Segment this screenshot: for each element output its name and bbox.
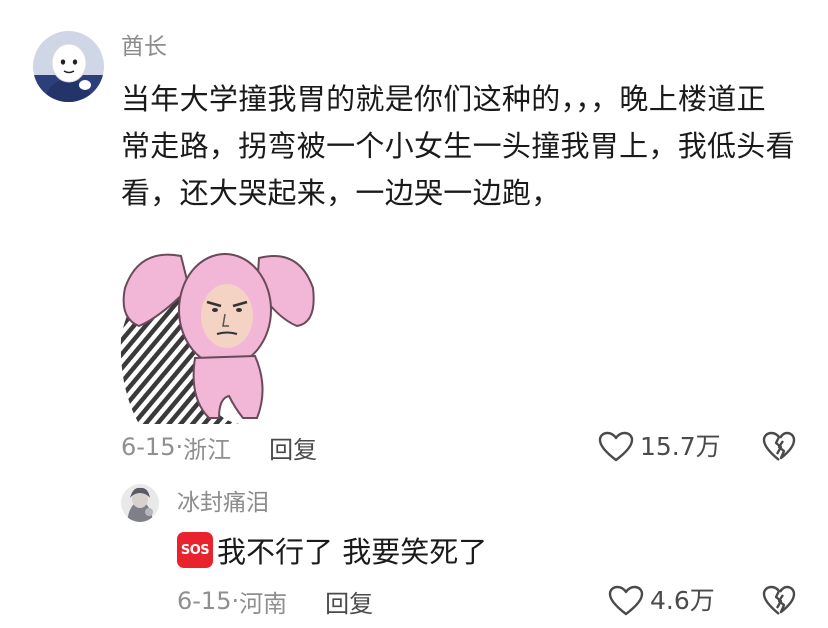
comment-text-line: 看，还大哭起来，一边哭一边跑， <box>121 176 561 210</box>
reply-button[interactable]: 回复 <box>325 584 373 619</box>
reply-location: 河南 <box>239 589 288 618</box>
reply-like-count: 4.6万 <box>650 586 715 615</box>
like-button[interactable]: 15.7万 <box>598 431 721 463</box>
meta-separator: · <box>231 587 240 615</box>
comment-date: 6-15 <box>121 433 176 461</box>
comment-text-line: 当年大学撞我胃的就是你们这种的，，，晚上楼道正 <box>121 82 766 116</box>
reply-text: SOS 我不行了 我要笑死了 <box>177 530 487 570</box>
broken-heart-icon[interactable] <box>762 585 796 617</box>
sos-emoji-icon: SOS <box>177 532 213 568</box>
reply-date: 6-15 <box>177 587 232 615</box>
reply-text-content: 我不行了 我要笑死了 <box>217 535 488 569</box>
broken-heart-icon[interactable] <box>762 431 796 463</box>
rabbit-meme-sticker <box>119 228 319 424</box>
meta-separator: · <box>175 433 184 461</box>
avatar-image <box>121 484 159 522</box>
reply-like-button[interactable]: 4.6万 <box>608 585 715 617</box>
comment-location: 浙江 <box>183 435 232 464</box>
reply-meta: 6-15 · 河南 回复 <box>177 584 373 618</box>
avatar-image <box>33 31 104 102</box>
reply-button[interactable]: 回复 <box>269 430 317 465</box>
reply-avatar[interactable] <box>121 484 159 522</box>
heart-outline-icon <box>608 585 644 616</box>
comment-text: 当年大学撞我胃的就是你们这种的，，，晚上楼道正 常走路，拐弯被一个小女生一头撞我… <box>121 76 811 217</box>
comment-text-line: 常走路，拐弯被一个小女生一头撞我胃上，我低头看 <box>121 129 795 163</box>
heart-outline-icon <box>598 431 634 462</box>
reply-username[interactable]: 冰封痛泪 <box>177 488 269 518</box>
comment-meta: 6-15 · 浙江 回复 <box>121 430 317 464</box>
sticker-image[interactable] <box>119 228 319 424</box>
like-count: 15.7万 <box>640 432 721 461</box>
avatar[interactable] <box>33 31 104 102</box>
username[interactable]: 酋长 <box>121 32 167 62</box>
